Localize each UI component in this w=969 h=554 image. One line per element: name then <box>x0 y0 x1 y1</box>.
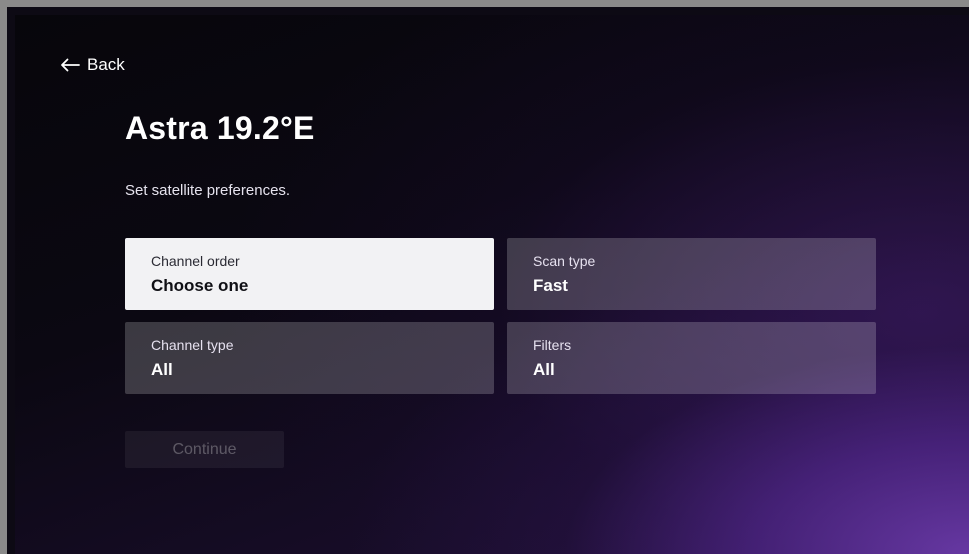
back-button[interactable]: Back <box>60 55 125 75</box>
channel-type-tile[interactable]: Channel type All <box>125 322 494 394</box>
channel-order-tile[interactable]: Channel order Choose one <box>125 238 494 310</box>
channel-type-value: All <box>151 360 173 379</box>
scan-type-value: Fast <box>533 276 568 295</box>
arrow-left-icon <box>60 58 80 72</box>
back-label: Back <box>87 55 125 74</box>
channel-order-label: Channel order <box>151 253 240 269</box>
page-title: Astra 19.2°E <box>125 110 315 146</box>
filters-label: Filters <box>533 337 572 353</box>
page-subtitle: Set satellite preferences. <box>125 182 291 199</box>
filters-value: All <box>533 360 555 379</box>
continue-button[interactable]: Continue <box>125 431 284 468</box>
tv-frame: Back Astra 19.2°E Set satellite preferen… <box>7 7 969 554</box>
channel-order-value: Choose one <box>151 276 249 295</box>
filters-tile[interactable]: Filters All <box>507 322 876 394</box>
screen: Back Astra 19.2°E Set satellite preferen… <box>15 15 969 554</box>
scan-type-tile[interactable]: Scan type Fast <box>507 238 876 310</box>
scan-type-label: Scan type <box>533 253 596 269</box>
channel-type-label: Channel type <box>151 337 234 353</box>
